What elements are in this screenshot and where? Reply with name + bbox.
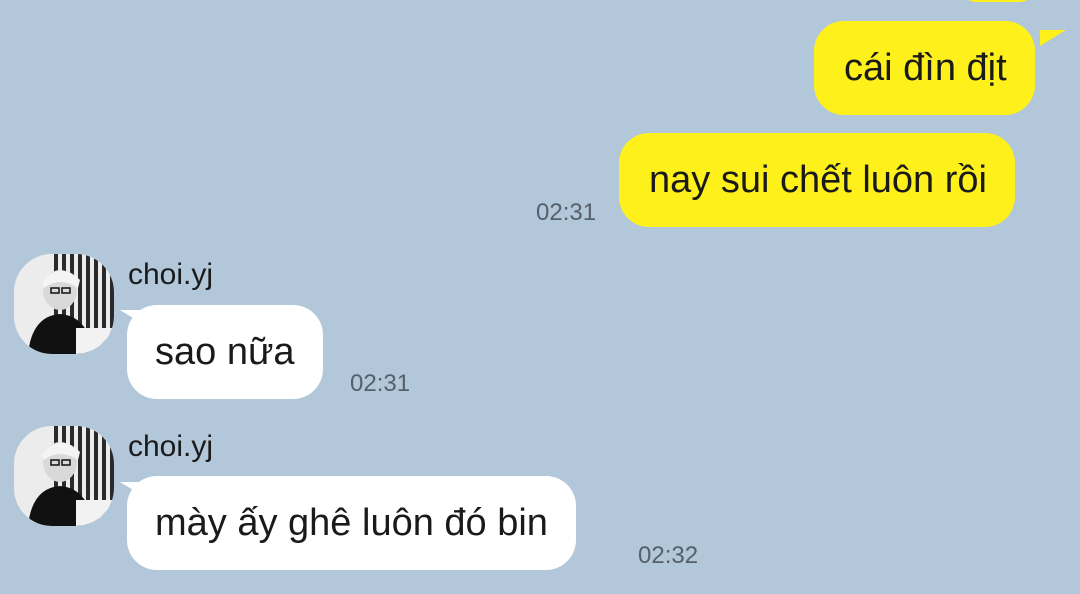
- incoming-message-bubble[interactable]: sao nữa: [127, 305, 323, 399]
- chat-message-list[interactable]: cái đìn địt 02:31 nay sui chết luôn rồi: [0, 0, 1080, 594]
- message-time: 02:31: [350, 370, 411, 397]
- message-text: nay sui chết luôn rồi: [649, 159, 987, 201]
- sender-avatar[interactable]: [14, 254, 114, 354]
- message-text: mày ấy ghê luôn đó bin: [155, 502, 548, 544]
- message-text: sao nữa: [155, 331, 295, 373]
- previous-outgoing-bubble[interactable]: [962, 0, 1034, 2]
- sender-name: choi.yj: [128, 258, 214, 291]
- bubble-tail: [1040, 30, 1066, 46]
- sender-name: choi.yj: [128, 430, 214, 463]
- message-text: cái đìn địt: [844, 47, 1007, 89]
- incoming-message-bubble[interactable]: mày ấy ghê luôn đó bin: [127, 476, 576, 570]
- sender-avatar[interactable]: [14, 426, 114, 526]
- message-time: 02:32: [638, 542, 699, 569]
- message-time: 02:31: [536, 199, 597, 226]
- user-avatar-photo-icon: [14, 254, 114, 354]
- outgoing-message-bubble[interactable]: nay sui chết luôn rồi: [619, 133, 1015, 227]
- user-avatar-photo-icon: [14, 426, 114, 526]
- outgoing-message-bubble[interactable]: cái đìn địt: [814, 21, 1035, 115]
